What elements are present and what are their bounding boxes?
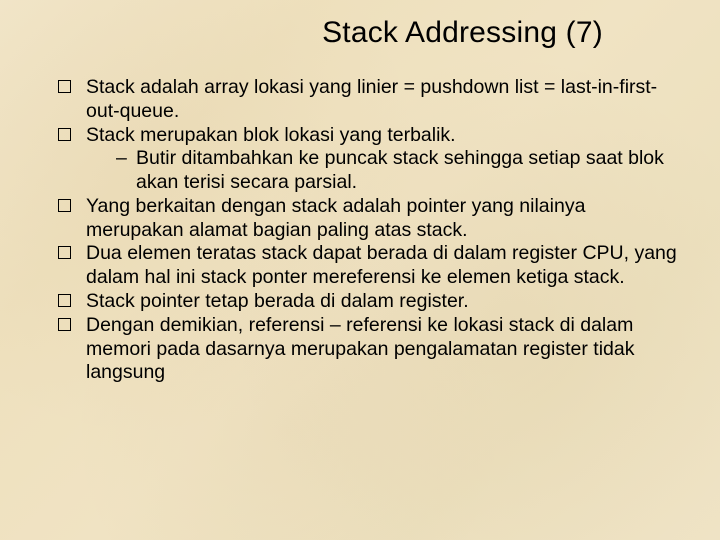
bullet-list: Stack adalah array lokasi yang linier = … (34, 76, 686, 385)
page-title: Stack Addressing (7) (34, 10, 686, 50)
sub-list: Butir ditambahkan ke puncak stack sehing… (86, 147, 686, 195)
list-item: Stack adalah array lokasi yang linier = … (58, 76, 686, 124)
bullet-text: Yang berkaitan dengan stack adalah point… (86, 195, 585, 241)
sub-list-item: Butir ditambahkan ke puncak stack sehing… (116, 147, 686, 195)
list-item: Dengan demikian, referensi – referensi k… (58, 314, 686, 385)
slide: Stack Addressing (7) Stack adalah array … (0, 0, 720, 540)
list-item: Stack pointer tetap berada di dalam regi… (58, 290, 686, 314)
sub-bullet-text: Butir ditambahkan ke puncak stack sehing… (136, 147, 664, 193)
bullet-text: Stack pointer tetap berada di dalam regi… (86, 290, 469, 312)
list-item: Stack merupakan blok lokasi yang terbali… (58, 124, 686, 195)
list-item: Dua elemen teratas stack dapat berada di… (58, 242, 686, 290)
bullet-text: Stack adalah array lokasi yang linier = … (86, 76, 657, 122)
bullet-text: Dua elemen teratas stack dapat berada di… (86, 242, 677, 288)
bullet-text: Dengan demikian, referensi – referensi k… (86, 314, 634, 384)
bullet-text: Stack merupakan blok lokasi yang terbali… (86, 124, 456, 146)
list-item: Yang berkaitan dengan stack adalah point… (58, 195, 686, 243)
